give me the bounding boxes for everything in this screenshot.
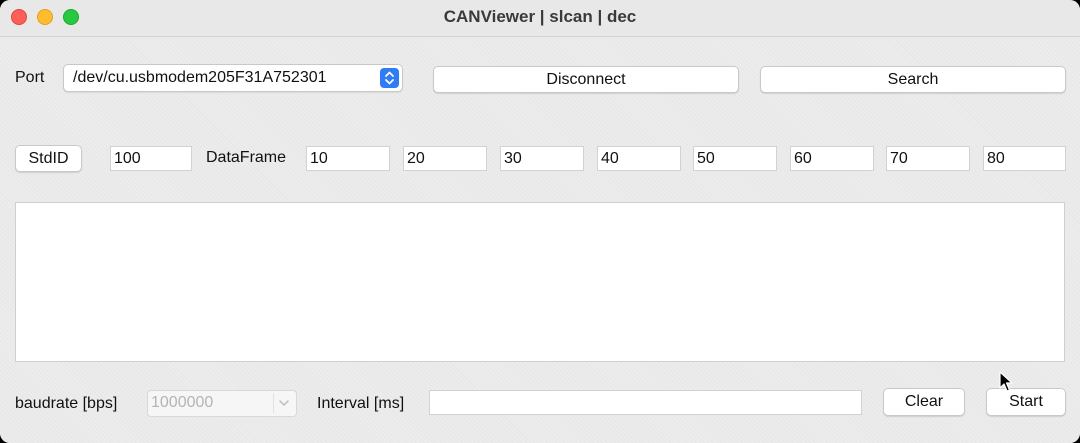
data-byte-2-input[interactable] (500, 146, 584, 171)
clear-button[interactable]: Clear (883, 388, 965, 416)
data-byte-1-input[interactable] (403, 146, 487, 171)
port-select[interactable]: /dev/cu.usbmodem205F31A752301 (63, 64, 403, 92)
port-value: /dev/cu.usbmodem205F31A752301 (73, 69, 327, 86)
id-input[interactable] (110, 146, 192, 171)
chevron-up-down-icon[interactable] (380, 68, 399, 88)
log-output[interactable] (15, 202, 1065, 362)
search-button[interactable]: Search (760, 66, 1066, 93)
data-byte-6-input[interactable] (886, 146, 970, 171)
disconnect-button[interactable]: Disconnect (433, 66, 739, 93)
data-byte-0-input[interactable] (306, 146, 390, 171)
stdid-button[interactable]: StdID (15, 145, 82, 172)
window-title: CANViewer | slcan | dec (443, 7, 637, 26)
baudrate-select: 1000000 (147, 390, 297, 417)
main-content: Port /dev/cu.usbmodem205F31A752301 Disco… (0, 37, 1080, 443)
app-window: CANViewer | slcan | dec Port /dev/cu.usb… (0, 0, 1080, 443)
dataframe-label: DataFrame (206, 149, 287, 166)
data-byte-3-input[interactable] (597, 146, 681, 171)
port-label: Port (15, 69, 45, 86)
chevron-down-icon (273, 393, 294, 413)
interval-input[interactable] (429, 390, 862, 415)
baudrate-value: 1000000 (151, 394, 214, 411)
baudrate-label: baudrate [bps] (15, 395, 118, 412)
mouse-pointer-icon (999, 371, 1013, 398)
data-byte-5-input[interactable] (790, 146, 874, 171)
data-byte-4-input[interactable] (693, 146, 777, 171)
data-byte-7-input[interactable] (983, 146, 1066, 171)
start-button[interactable]: Start (986, 388, 1066, 416)
interval-label: Interval [ms] (317, 395, 405, 412)
title-bar[interactable]: CANViewer | slcan | dec (0, 0, 1080, 37)
